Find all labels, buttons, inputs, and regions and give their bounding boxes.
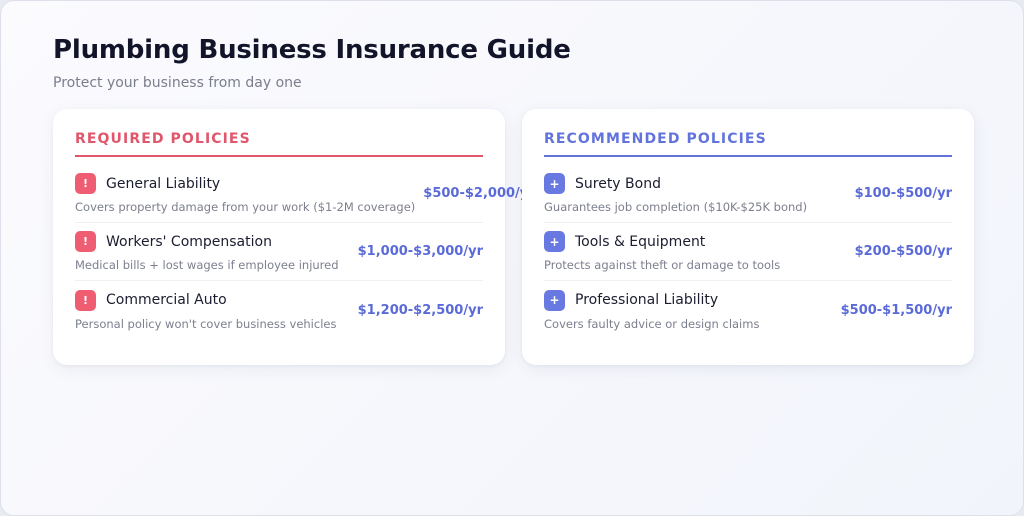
page-subtitle: Protect your business from day one xyxy=(53,75,302,91)
policy-row-general-liability[interactable]: ! General Liability Covers property dama… xyxy=(75,165,535,223)
policy-info: ! Commercial Auto Personal policy won't … xyxy=(75,289,337,331)
required-policies-card: REQUIRED POLICIES ! General Liability Co… xyxy=(53,109,535,365)
policy-top: + Surety Bond xyxy=(544,173,807,194)
policy-top: + Tools & Equipment xyxy=(544,231,780,252)
policy-row-surety-bond[interactable]: + Surety Bond Guarantees job completion … xyxy=(544,165,952,223)
policy-name: Tools & Equipment xyxy=(575,233,706,250)
policy-name: Workers' Compensation xyxy=(106,233,272,250)
policy-row-professional-liability[interactable]: + Professional Liability Covers faulty a… xyxy=(544,281,952,339)
policy-info: ! Workers' Compensation Medical bills + … xyxy=(75,231,339,272)
policy-row-commercial-auto[interactable]: ! Commercial Auto Personal policy won't … xyxy=(75,281,483,339)
plus-icon: + xyxy=(544,231,565,252)
policy-description: Protects against theft or damage to tool… xyxy=(544,258,781,272)
policy-info: ! General Liability Covers property dama… xyxy=(75,173,415,214)
plus-icon: + xyxy=(544,173,565,194)
policy-cost: $500-$2,000/yr xyxy=(423,186,535,201)
alert-icon: ! xyxy=(75,231,96,252)
policy-description: Medical bills + lost wages if employee i… xyxy=(75,258,339,272)
policy-name: General Liability xyxy=(106,175,221,192)
policy-top: + Professional Liability xyxy=(544,289,759,311)
policy-top: ! Workers' Compensation xyxy=(75,231,339,252)
policy-info: + Professional Liability Covers faulty a… xyxy=(544,289,760,331)
policy-cost: $200-$500/yr xyxy=(854,244,952,259)
policy-cost: $500-$1,500/yr xyxy=(840,302,952,318)
policy-top: ! Commercial Auto xyxy=(75,289,336,311)
policy-top: ! General Liability xyxy=(75,173,415,194)
policy-description: Guarantees job completion ($10K-$25K bon… xyxy=(544,200,808,214)
policy-description: Covers faulty advice or design claims xyxy=(544,316,760,331)
plus-icon: + xyxy=(544,289,565,311)
recommended-policies-card: RECOMMENDED POLICIES + Surety Bond Guara… xyxy=(522,109,974,365)
policy-row-tools-equipment[interactable]: + Tools & Equipment Protects against the… xyxy=(544,223,952,281)
policy-description: Covers property damage from your work ($… xyxy=(75,200,416,214)
policy-info: + Tools & Equipment Protects against the… xyxy=(544,231,780,272)
required-policies-heading: REQUIRED POLICIES xyxy=(75,131,483,157)
policy-row-workers-compensation[interactable]: ! Workers' Compensation Medical bills + … xyxy=(75,223,483,281)
recommended-policies-heading: RECOMMENDED POLICIES xyxy=(544,131,952,157)
alert-icon: ! xyxy=(75,289,96,311)
policy-cost: $1,000-$3,000/yr xyxy=(357,244,483,259)
policy-name: Professional Liability xyxy=(575,292,719,308)
page-title: Plumbing Business Insurance Guide xyxy=(53,35,571,65)
policy-name: Commercial Auto xyxy=(106,292,227,308)
policy-info: + Surety Bond Guarantees job completion … xyxy=(544,173,807,214)
policy-cost: $100-$500/yr xyxy=(854,186,952,201)
alert-icon: ! xyxy=(75,173,96,194)
policy-name: Surety Bond xyxy=(575,175,661,192)
policy-description: Personal policy won't cover business veh… xyxy=(75,316,337,331)
policy-cost: $1,200-$2,500/yr xyxy=(357,302,483,318)
page-frame: Plumbing Business Insurance Guide Protec… xyxy=(0,0,1024,516)
